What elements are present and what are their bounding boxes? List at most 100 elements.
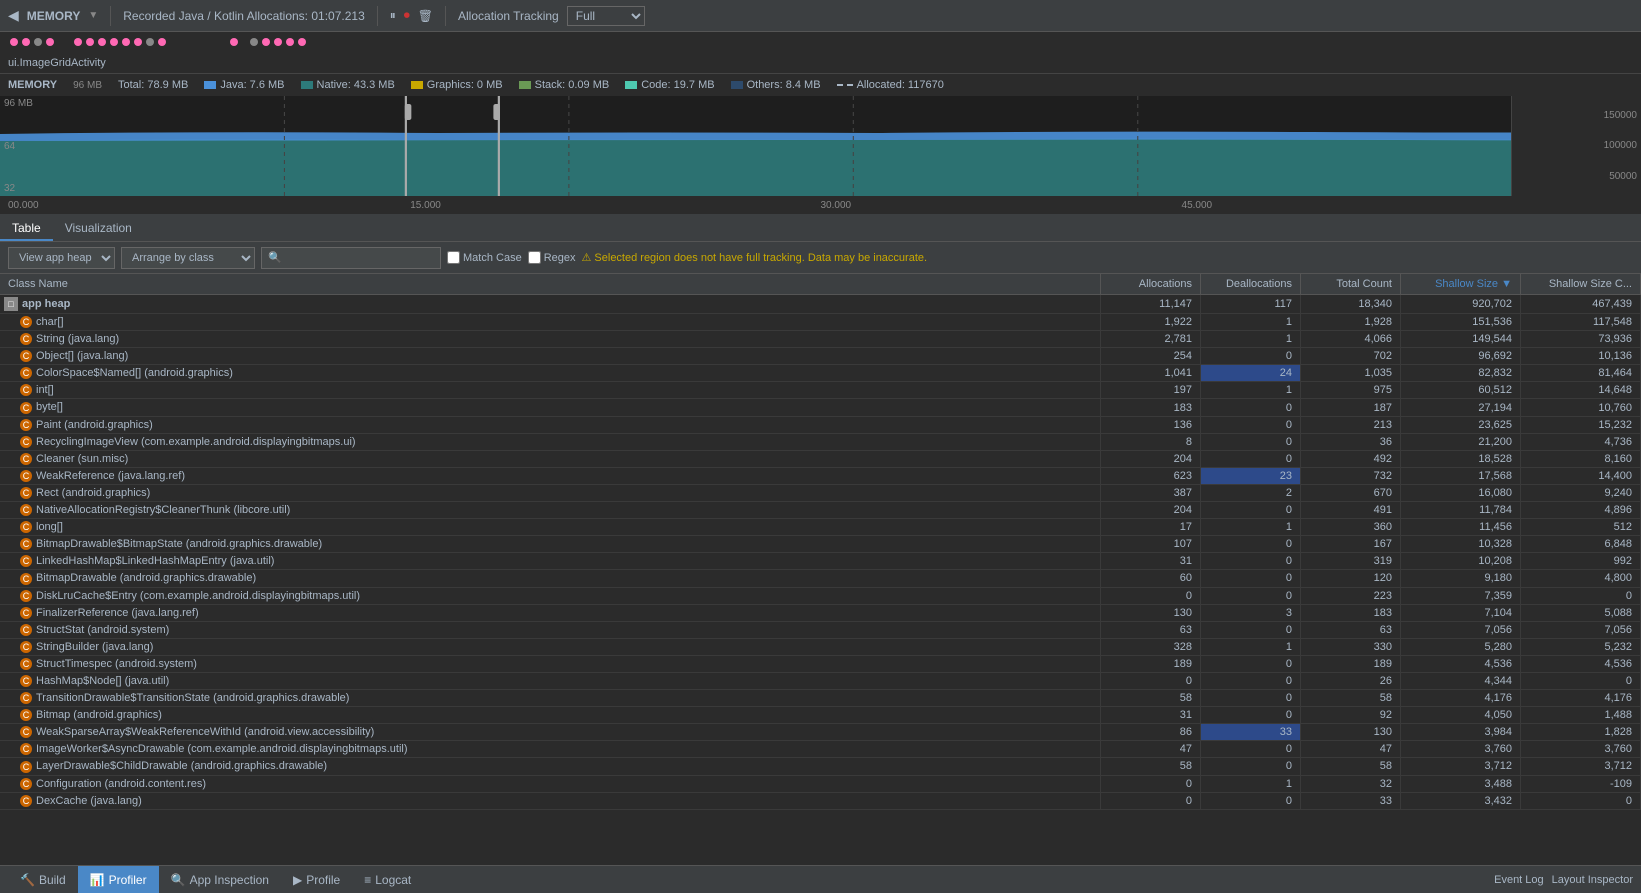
alloc-cell: 387 (1101, 484, 1201, 501)
record-button[interactable]: ⏺ (404, 8, 410, 23)
class-c-icon: C (20, 607, 32, 619)
tab-table[interactable]: Table (0, 217, 53, 241)
table-row[interactable]: CStructTimespec (android.system)18901894… (0, 655, 1641, 672)
search-input[interactable] (261, 247, 441, 269)
arrange-by-dropdown[interactable]: Arrange by class Arrange by package Arra… (121, 247, 255, 269)
class-c-icon: C (20, 333, 32, 345)
layout-inspector-link[interactable]: Layout Inspector (1552, 874, 1633, 886)
memory-chart[interactable]: 96 MB 64 32 150000 100000 50000 (0, 96, 1641, 196)
shallow-cell: 27,194 (1401, 399, 1521, 416)
col-shallowc-header[interactable]: Shallow Size C... (1521, 274, 1641, 295)
alloc-tracking-dropdown[interactable]: Full Sampled Off (567, 6, 645, 26)
table-row[interactable]: CRect (android.graphics)387267016,0809,2… (0, 484, 1641, 501)
total-cell: 58 (1301, 758, 1401, 775)
shallow-cell: 3,984 (1401, 724, 1521, 741)
table-container[interactable]: Class Name Allocations Deallocations Tot… (0, 274, 1641, 883)
col-shallow-header[interactable]: Shallow Size ▼ (1401, 274, 1521, 295)
y-label-64: 64 (4, 141, 33, 152)
table-row[interactable]: CDexCache (java.lang)00333,4320 (0, 792, 1641, 809)
alloc-cell: 2,781 (1101, 331, 1201, 348)
shallow-c-cell: -109 (1521, 775, 1641, 792)
table-row[interactable]: CStringBuilder (java.lang)32813305,2805,… (0, 638, 1641, 655)
match-case-label[interactable]: Match Case (447, 251, 522, 264)
logcat-label: Logcat (375, 873, 411, 887)
table-row[interactable]: CString (java.lang)2,78114,066149,54473,… (0, 331, 1641, 348)
table-row[interactable]: CRecyclingImageView (com.example.android… (0, 433, 1641, 450)
class-c-icon: C (20, 624, 32, 636)
table-row[interactable]: Cint[]197197560,51214,648 (0, 382, 1641, 399)
table-row[interactable]: CWeakSparseArray$WeakReferenceWithId (an… (0, 724, 1641, 741)
table-row[interactable]: Clong[]17136011,456512 (0, 519, 1641, 536)
alloc-cell: 86 (1101, 724, 1201, 741)
java-color-icon (204, 81, 216, 89)
allocation-table: Class Name Allocations Deallocations Tot… (0, 274, 1641, 810)
class-name-cell: CObject[] (java.lang) (0, 348, 1101, 365)
shallow-c-cell: 8,160 (1521, 450, 1641, 467)
table-row[interactable]: CTransitionDrawable$TransitionState (and… (0, 690, 1641, 707)
class-name-text: Paint (android.graphics) (36, 419, 153, 431)
delete-button[interactable]: 🗑 (418, 9, 433, 23)
dealloc-cell: 0 (1201, 433, 1301, 450)
table-row[interactable]: Cchar[]1,92211,928151,536117,548 (0, 314, 1641, 331)
class-name-text: Configuration (android.content.res) (36, 778, 206, 790)
bottom-tab-logcat[interactable]: ≡ Logcat (352, 866, 423, 893)
table-row[interactable]: CLinkedHashMap$LinkedHashMapEntry (java.… (0, 553, 1641, 570)
class-name-cell: CString (java.lang) (0, 331, 1101, 348)
table-row[interactable]: CWeakReference (java.lang.ref)6232373217… (0, 467, 1641, 484)
table-row[interactable]: CBitmapDrawable$BitmapState (android.gra… (0, 536, 1641, 553)
regex-label[interactable]: Regex (528, 251, 576, 264)
table-row[interactable]: CDiskLruCache$Entry (com.example.android… (0, 587, 1641, 604)
stack-color-icon (519, 81, 531, 89)
bottom-tab-profiler[interactable]: 📊 Profiler (78, 866, 159, 893)
shallow-cell: 17,568 (1401, 467, 1521, 484)
shallow-c-cell: 15,232 (1521, 416, 1641, 433)
tab-visualization[interactable]: Visualization (53, 217, 144, 241)
pause-button[interactable]: ⏸ (390, 8, 396, 23)
bottom-tab-build[interactable]: 🔨 Build (8, 866, 78, 893)
dealloc-cell: 0 (1201, 672, 1301, 689)
total-cell: 491 (1301, 502, 1401, 519)
table-row[interactable]: Cbyte[]183018727,19410,760 (0, 399, 1641, 416)
match-case-checkbox[interactable] (447, 251, 460, 264)
table-row[interactable]: CNativeAllocationRegistry$CleanerThunk (… (0, 502, 1641, 519)
memory-dropdown-arrow[interactable]: ▼ (88, 10, 98, 21)
total-cell: 183 (1301, 604, 1401, 621)
shallow-cell: 18,528 (1401, 450, 1521, 467)
regex-checkbox[interactable] (528, 251, 541, 264)
alloc-cell: 130 (1101, 604, 1201, 621)
table-row[interactable]: CBitmap (android.graphics)310924,0501,48… (0, 707, 1641, 724)
col-alloc-header[interactable]: Allocations (1101, 274, 1201, 295)
dot (298, 38, 306, 46)
table-row[interactable]: CConfiguration (android.content.res)0132… (0, 775, 1641, 792)
back-button[interactable]: ◀ (8, 7, 19, 24)
table-row[interactable]: CCleaner (sun.misc)204049218,5288,160 (0, 450, 1641, 467)
table-row[interactable]: CStructStat (android.system)630637,0567,… (0, 621, 1641, 638)
table-row[interactable]: □app heap11,14711718,340920,702467,439 (0, 295, 1641, 314)
col-total-header[interactable]: Total Count (1301, 274, 1401, 295)
shallow-c-cell: 117,548 (1521, 314, 1641, 331)
dealloc-cell: 0 (1201, 690, 1301, 707)
shallow-cell: 23,625 (1401, 416, 1521, 433)
table-row[interactable]: CColorSpace$Named[] (android.graphics)1,… (0, 365, 1641, 382)
table-row[interactable]: CHashMap$Node[] (java.util)00264,3440 (0, 672, 1641, 689)
graphics-color-icon (411, 81, 423, 89)
table-row[interactable]: CObject[] (java.lang)254070296,69210,136 (0, 348, 1641, 365)
total-cell: 130 (1301, 724, 1401, 741)
event-log-link[interactable]: Event Log (1494, 874, 1544, 886)
bottom-tab-app-inspection[interactable]: 🔍 App Inspection (159, 866, 281, 893)
table-row[interactable]: CLayerDrawable$ChildDrawable (android.gr… (0, 758, 1641, 775)
view-heap-dropdown[interactable]: View app heap View JNI heap (8, 247, 115, 269)
col-class-header[interactable]: Class Name (0, 274, 1101, 295)
table-row[interactable]: CImageWorker$AsyncDrawable (com.example.… (0, 741, 1641, 758)
table-row[interactable]: CBitmapDrawable (android.graphics.drawab… (0, 570, 1641, 587)
class-c-icon: C (20, 436, 32, 448)
table-row[interactable]: CFinalizerReference (java.lang.ref)13031… (0, 604, 1641, 621)
total-cell: 670 (1301, 484, 1401, 501)
total-cell: 1,928 (1301, 314, 1401, 331)
class-name-cell: CPaint (android.graphics) (0, 416, 1101, 433)
top-toolbar: ◀ MEMORY ▼ Recorded Java / Kotlin Alloca… (0, 0, 1641, 32)
bottom-tab-profile[interactable]: ▶ Profile (281, 866, 352, 893)
table-row[interactable]: CPaint (android.graphics)136021323,62515… (0, 416, 1641, 433)
col-dealloc-header[interactable]: Deallocations (1201, 274, 1301, 295)
class-c-icon: C (20, 521, 32, 533)
